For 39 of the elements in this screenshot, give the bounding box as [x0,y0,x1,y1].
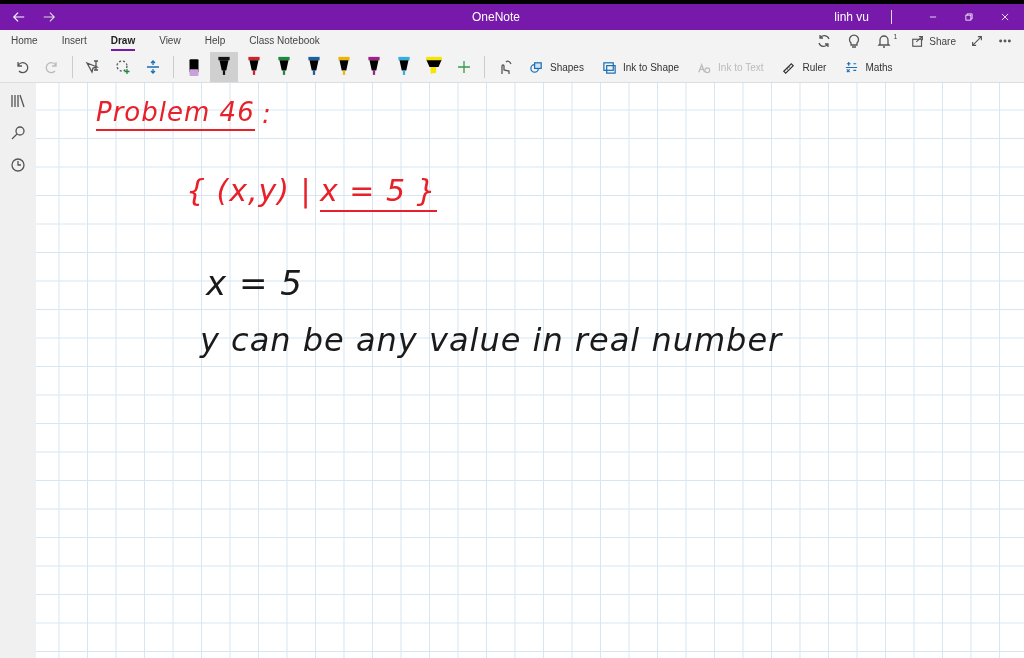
handwritten-ink: : [262,99,272,129]
search-icon [10,125,26,141]
close-icon [1000,12,1010,22]
restore-icon [964,12,974,22]
ribbon-tab[interactable]: Insert [61,31,87,51]
ribbon-tool-button[interactable]: Ink to Shape [622,61,680,73]
ribbon-tool-button[interactable]: Shapes [550,61,584,73]
pen-tool[interactable] [210,52,238,82]
redo-icon [44,59,60,75]
undo-icon [14,59,30,75]
ribbon-tab[interactable]: Help [204,31,226,51]
handwritten-ink: Problem 46 [96,97,255,131]
ribbon-tab[interactable]: Draw [110,31,136,51]
ribbon-tab[interactable]: View [159,31,181,51]
forward-arrow-icon [42,10,56,24]
ink-to-shape-icon [601,59,617,75]
ribbon-tool-button[interactable]: Maths [865,61,893,73]
shapes-icon [529,59,544,75]
plus-icon [456,59,472,75]
ribbon-tab[interactable]: Class Notebook [249,31,320,51]
share-button[interactable]: Share [929,35,956,47]
type-select-icon [85,59,101,75]
ribbon-tab[interactable]: Home [11,31,38,51]
clock-icon [10,157,26,173]
add-space-icon [145,59,161,75]
share-icon [911,34,926,48]
maths-icon [844,59,860,75]
user-name: linh vu [834,10,869,24]
lasso-select-icon [115,59,131,75]
handwritten-ink: x = 5 } [320,173,437,212]
ribbon-tool-button[interactable]: Ruler [802,61,827,73]
back-arrow-icon [12,10,26,24]
bell-icon [876,33,893,49]
handwritten-ink: x = 5 [206,263,303,303]
expand-icon [970,34,984,48]
notebooks-icon [10,93,26,109]
window-title: OneNote [472,10,522,24]
handwritten-ink: { (x,y) | [186,173,312,208]
handwritten-ink: y can be any value in real number [200,321,783,359]
